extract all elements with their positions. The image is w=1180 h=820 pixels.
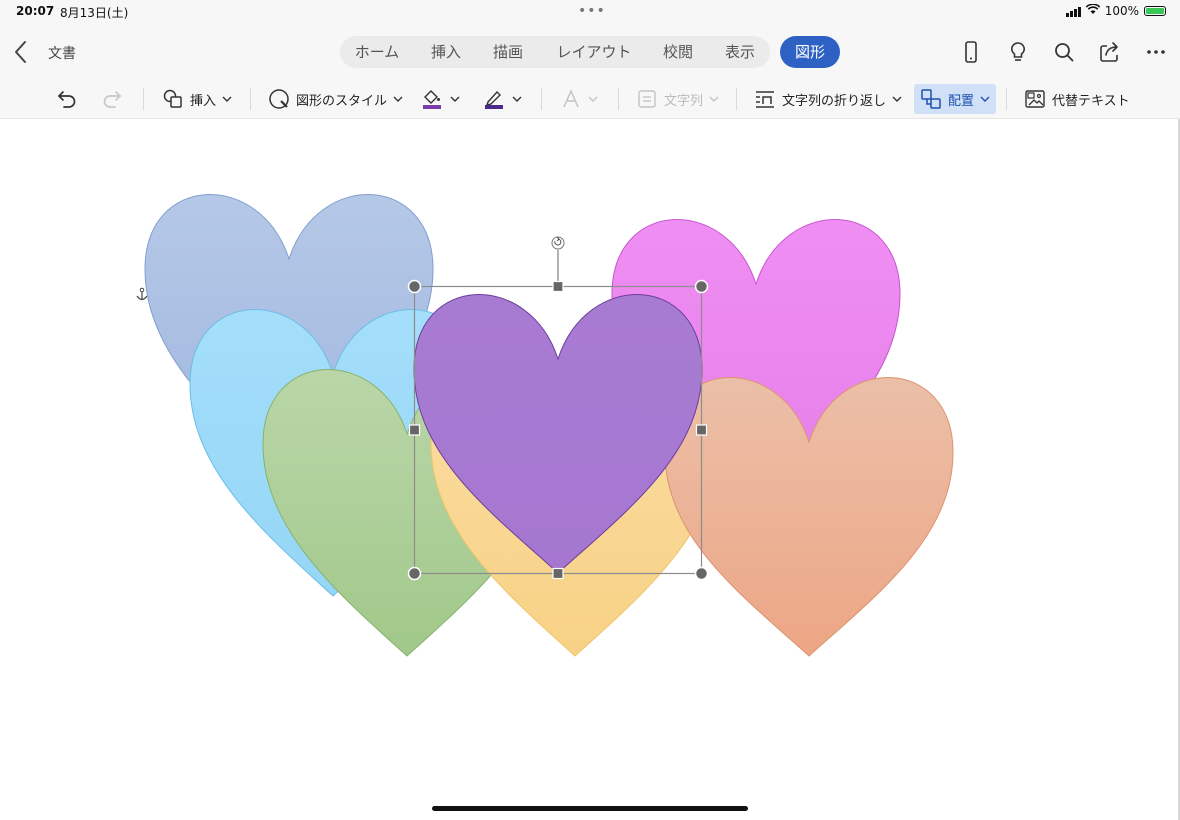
text-effects-icon — [563, 89, 579, 108]
document-title[interactable]: 文書 — [48, 43, 76, 63]
fill-bucket-icon — [423, 90, 441, 109]
resize-handle-top[interactable] — [552, 280, 564, 293]
resize-handle-bottom-right[interactable] — [694, 566, 709, 581]
insert-shape-button[interactable]: 挿入 — [162, 86, 232, 112]
arrange-label: 配置 — [948, 93, 975, 109]
tab-home[interactable]: ホーム — [344, 36, 410, 68]
tab-view[interactable]: 表示 — [710, 36, 770, 68]
shapes-icon — [163, 89, 182, 108]
text-direction-label: 文字列 — [664, 93, 704, 109]
status-time: 20:07 — [16, 4, 55, 18]
chevron-down-icon — [512, 96, 522, 102]
chevron-down-icon — [222, 96, 232, 102]
shape-style-icon — [269, 89, 289, 109]
separator — [736, 88, 737, 110]
chevron-down-icon — [980, 96, 990, 102]
separator — [143, 88, 144, 110]
arrange-icon — [921, 89, 941, 109]
text-direction-button[interactable]: 文字列 — [636, 86, 719, 112]
lightbulb-icon[interactable] — [1006, 40, 1030, 64]
cellular-signal-icon — [1065, 6, 1081, 17]
separator — [541, 88, 542, 110]
chevron-down-icon — [588, 96, 598, 102]
tab-review[interactable]: 校閲 — [648, 36, 708, 68]
arrange-button[interactable]: 配置 — [914, 84, 997, 114]
text-effects-button[interactable] — [560, 86, 598, 112]
alt-text-button[interactable]: 代替テキスト — [1024, 86, 1130, 112]
resize-handle-top-left[interactable] — [407, 279, 422, 294]
alt-text-label: 代替テキスト — [1052, 93, 1130, 109]
shape-fill-button[interactable] — [420, 86, 460, 112]
resize-handle-bottom[interactable] — [552, 567, 564, 580]
chevron-down-icon — [450, 96, 460, 102]
shape-style-button[interactable]: 図形のスタイル — [268, 86, 403, 112]
tab-layout[interactable]: レイアウト — [544, 36, 644, 68]
insert-shape-label: 挿入 — [190, 93, 217, 109]
multitasking-dots-icon[interactable]: ••• — [578, 3, 606, 19]
pen-outline-icon — [485, 90, 503, 109]
alt-text-icon — [1025, 90, 1045, 108]
undo-button[interactable] — [55, 86, 79, 112]
rotate-handle-icon[interactable] — [551, 236, 565, 250]
wrap-text-icon — [756, 91, 774, 108]
chevron-down-icon — [892, 96, 902, 102]
tab-shape[interactable]: 図形 — [780, 36, 840, 68]
chevron-down-icon — [709, 96, 719, 102]
wrap-text-button[interactable]: 文字列の折り返し — [754, 86, 902, 112]
resize-handle-top-right[interactable] — [694, 279, 709, 294]
top-bar: 文書 ホーム 挿入 描画 レイアウト 校閲 表示 図形 — [0, 24, 1180, 80]
chevron-down-icon — [393, 96, 403, 102]
wifi-icon — [1085, 3, 1100, 18]
ribbon-tabs: ホーム 挿入 描画 レイアウト 校閲 表示 — [340, 36, 770, 68]
resize-handle-bottom-left[interactable] — [407, 566, 422, 581]
separator — [1006, 88, 1007, 110]
separator — [618, 88, 619, 110]
shapes-layer — [136, 194, 954, 657]
status-date: 8月13日(土) — [60, 6, 129, 20]
anchor-icon[interactable] — [136, 287, 148, 301]
status-bar: 20:07 8月13日(土) ••• 100% — [0, 0, 1180, 24]
document-canvas[interactable] — [0, 119, 1178, 820]
tab-insert[interactable]: 挿入 — [416, 36, 476, 68]
redo-button[interactable] — [100, 86, 124, 112]
battery-percent: 100% — [1104, 4, 1139, 18]
home-indicator[interactable] — [432, 806, 748, 811]
ribbon-toolbar: 挿入 図形のスタイル 文字列 文字列の折り返し 配置 代替テキスト — [0, 80, 1180, 119]
wrap-text-label: 文字列の折り返し — [782, 93, 887, 109]
more-icon[interactable] — [1144, 40, 1168, 64]
resize-handle-left[interactable] — [408, 424, 421, 436]
phone-icon[interactable] — [959, 40, 983, 64]
resize-handle-right[interactable] — [695, 424, 708, 436]
text-direction-icon — [638, 90, 656, 108]
shape-style-label: 図形のスタイル — [296, 93, 388, 109]
chevron-left-icon[interactable] — [10, 38, 32, 66]
battery-icon — [1144, 6, 1166, 16]
separator — [250, 88, 251, 110]
undo-icon — [58, 91, 76, 108]
redo-icon — [103, 91, 121, 108]
shape-outline-button[interactable] — [482, 86, 522, 112]
status-indicators: 100% — [1065, 3, 1166, 18]
search-icon[interactable] — [1052, 40, 1076, 64]
tab-draw[interactable]: 描画 — [478, 36, 538, 68]
share-icon[interactable] — [1098, 40, 1122, 64]
